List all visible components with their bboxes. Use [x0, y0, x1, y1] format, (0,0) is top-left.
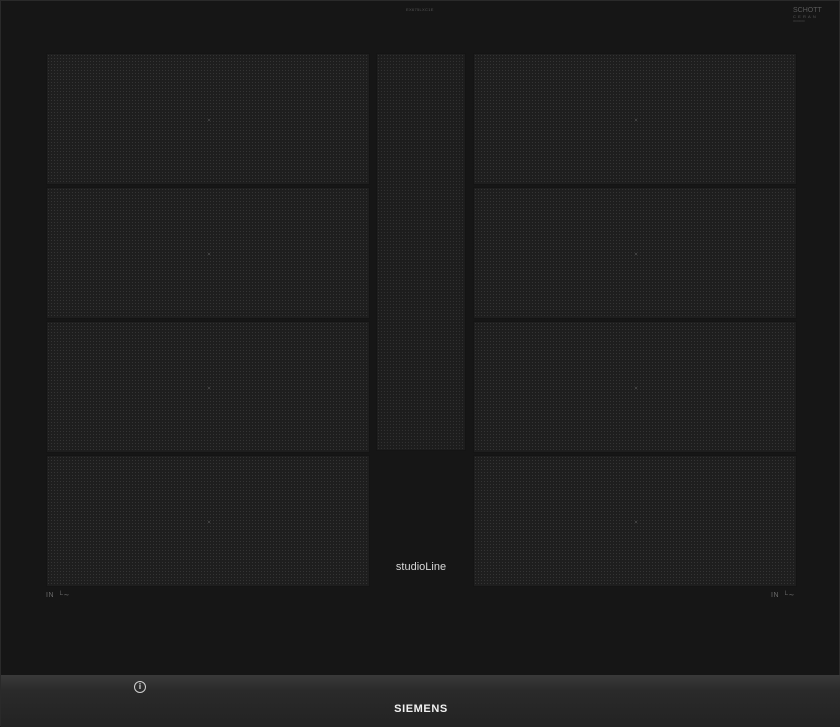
zone-center-marker: [635, 521, 637, 523]
zone-center-marker: [208, 521, 210, 523]
zone-center-marker: [635, 387, 637, 389]
induction-label: IN: [771, 592, 779, 599]
zone-center-marker: [635, 253, 637, 255]
series-label: studioLine: [395, 561, 447, 573]
zone-center-marker: [635, 119, 637, 121]
glass-brand-name: SCHOTT: [793, 7, 822, 14]
zone-center-marker: [208, 119, 210, 121]
cooking-zone-left-4[interactable]: [46, 455, 370, 587]
induction-marker-right: IN └∼: [771, 591, 795, 599]
cooktop-surface: EX675LXC1E SCHOTT CERAN 0000000 studioLi…: [0, 0, 840, 727]
cooking-zone-right-4[interactable]: [473, 455, 797, 587]
model-label: EX675LXC1E: [406, 7, 434, 12]
induction-symbol-icon: └∼: [58, 592, 70, 599]
induction-marker-left: IN └∼: [46, 591, 70, 599]
control-bar: [1, 675, 840, 727]
induction-label: IN: [46, 592, 54, 599]
glass-brand-mark: SCHOTT CERAN 0000000: [793, 7, 827, 24]
brand-logo: SIEMENS: [394, 703, 448, 715]
cooking-zone-right-2[interactable]: [473, 187, 797, 319]
cooking-zone-left-3[interactable]: [46, 321, 370, 453]
cooking-zone-left-2[interactable]: [46, 187, 370, 319]
induction-symbol-icon: └∼: [783, 592, 795, 599]
info-icon[interactable]: i: [134, 681, 146, 693]
zone-center-marker: [208, 253, 210, 255]
cooking-zone-left-1[interactable]: [46, 53, 370, 185]
glass-brand-note: 0000000: [793, 19, 805, 23]
cooking-zone-right-3[interactable]: [473, 321, 797, 453]
zone-center-marker: [208, 387, 210, 389]
center-strip: [376, 53, 466, 451]
cooking-zone-right-1[interactable]: [473, 53, 797, 185]
